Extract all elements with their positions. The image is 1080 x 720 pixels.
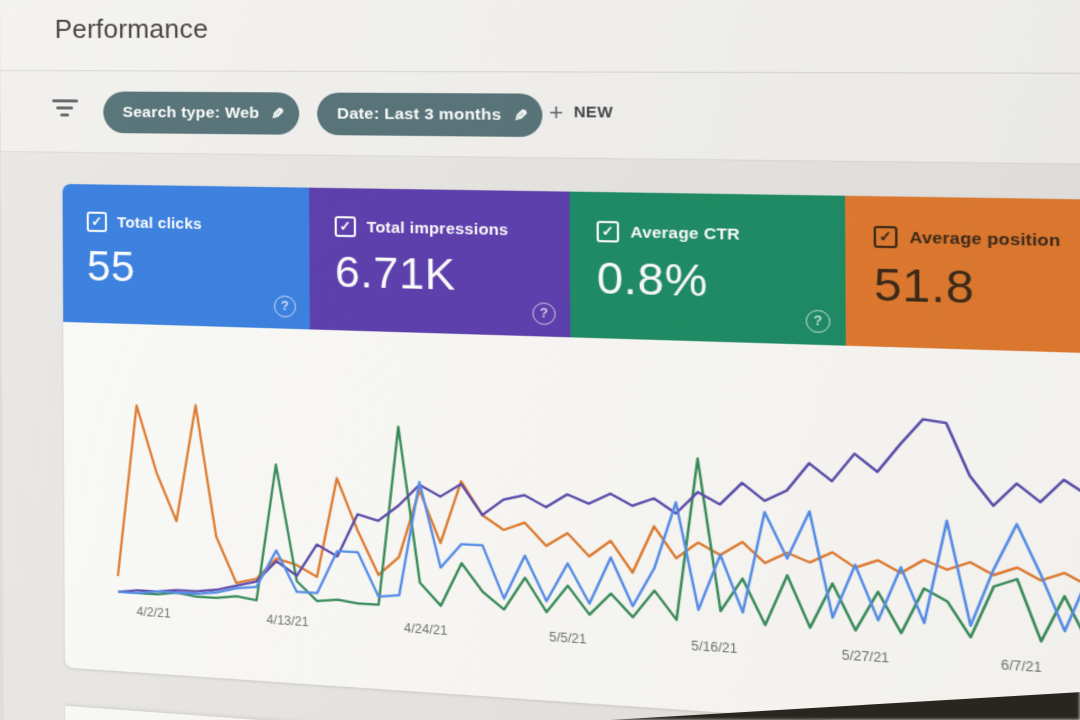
x-tick-label: 4/13/21 <box>266 612 309 630</box>
metric-card-total-clicks[interactable]: ✓ Total clicks 55 ? <box>62 183 310 330</box>
search-type-chip[interactable]: Search type: Web ✎ <box>103 91 300 135</box>
help-icon[interactable]: ? <box>805 309 831 334</box>
page-header: Performance <box>0 0 1080 75</box>
new-filter-label: NEW <box>573 104 614 122</box>
page-title: Performance <box>54 13 209 44</box>
x-tick-label: 6/7/21 <box>1000 657 1042 676</box>
metric-card-average-position[interactable]: ✓ Average position 51.8 ? <box>845 195 1080 355</box>
metric-label: Total clicks <box>117 213 202 233</box>
x-tick-label: 4/24/21 <box>403 620 448 639</box>
checkbox-checked-icon[interactable]: ✓ <box>596 220 620 243</box>
metric-value: 0.8% <box>596 252 708 306</box>
search-type-chip-label: Search type: Web <box>122 103 260 122</box>
checkbox-checked-icon[interactable]: ✓ <box>86 211 107 233</box>
x-tick-label: 5/27/21 <box>841 647 890 666</box>
chart-lines <box>63 322 1080 720</box>
x-tick-label: 5/5/21 <box>549 629 587 647</box>
plus-icon: + <box>548 98 564 126</box>
metric-label: Total impressions <box>366 218 509 239</box>
new-filter-button[interactable]: + NEW <box>548 98 614 126</box>
metric-card-average-ctr[interactable]: ✓ Average CTR 0.8% ? <box>569 191 846 346</box>
series-total-clicks <box>117 373 1080 672</box>
metric-label: Average CTR <box>630 223 740 244</box>
performance-chart-panel: ✓ Total clicks 55 ? ✓ Total impressions … <box>62 183 1080 720</box>
filter-chips: Search type: Web ✎ Date: Last 3 months ✎ <box>103 91 544 138</box>
screen-photo: Performance Search type: Web ✎ Date: Las… <box>0 0 1080 720</box>
series-average-ctr <box>117 415 1080 672</box>
metric-value: 6.71K <box>334 247 456 300</box>
x-tick-label: 5/16/21 <box>691 638 738 657</box>
checkbox-checked-icon[interactable]: ✓ <box>873 225 898 249</box>
metric-label: Average position <box>909 228 1061 250</box>
edit-pencil-icon: ✎ <box>513 106 528 125</box>
help-icon[interactable]: ? <box>532 302 556 326</box>
x-tick-label: 4/2/21 <box>136 604 171 621</box>
filter-list-icon[interactable] <box>52 99 79 121</box>
help-icon[interactable]: ? <box>273 295 297 318</box>
edit-pencil-icon: ✎ <box>270 105 285 123</box>
search-console-performance-page: Performance Search type: Web ✎ Date: Las… <box>0 0 1080 720</box>
checkbox-checked-icon[interactable]: ✓ <box>334 216 357 238</box>
metric-value: 55 <box>86 241 136 291</box>
series-average-position <box>117 402 1080 654</box>
filter-bar: Search type: Web ✎ Date: Last 3 months ✎… <box>0 71 1080 169</box>
performance-line-chart[interactable]: 4/2/21 4/13/21 4/24/21 5/5/21 5/16/21 5/27/21… <box>63 322 1080 720</box>
series-total-impressions <box>117 386 1080 672</box>
metric-card-total-impressions[interactable]: ✓ Total impressions 6.71K ? <box>309 187 571 338</box>
date-range-chip-label: Date: Last 3 months <box>336 104 502 124</box>
date-range-chip[interactable]: Date: Last 3 months ✎ <box>316 92 544 138</box>
metric-value: 51.8 <box>873 258 975 314</box>
